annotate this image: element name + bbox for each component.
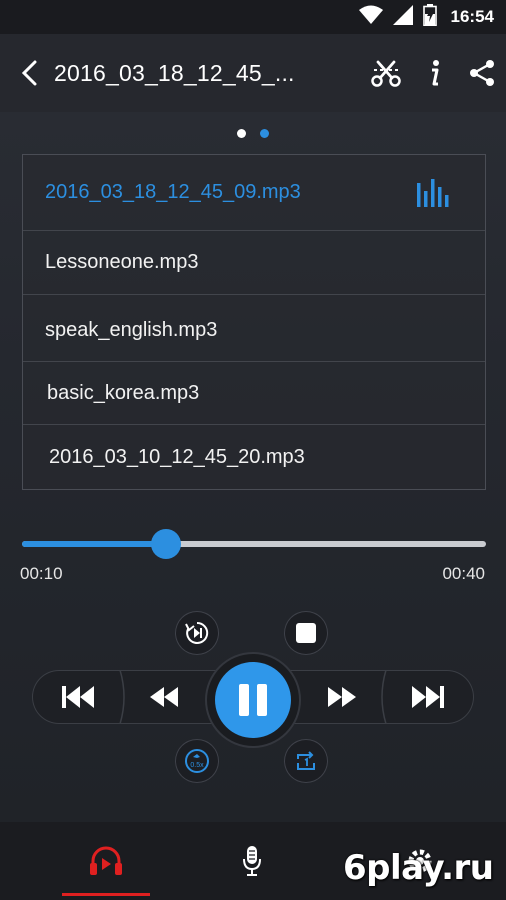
skip-next-icon (412, 686, 444, 708)
info-button[interactable] (410, 34, 458, 112)
rewind-button[interactable] (124, 670, 204, 724)
list-item[interactable]: basic_korea.mp3 (23, 362, 485, 425)
wifi-icon (358, 5, 383, 30)
pager-dots (0, 129, 506, 138)
signal-icon (392, 4, 413, 30)
app-bar: 2016_03_18_12_45_... (0, 34, 506, 112)
speed-icon: 0.5x (185, 749, 209, 773)
previous-track-button[interactable] (32, 670, 124, 724)
nav-player[interactable] (22, 822, 190, 900)
next-track-button[interactable] (382, 670, 474, 724)
seek-progress (22, 541, 166, 547)
rewind-icon (150, 687, 178, 707)
repeat-one-button[interactable] (284, 739, 328, 783)
trim-button[interactable] (362, 34, 410, 112)
pause-icon (239, 684, 267, 716)
list-item[interactable]: speak_english.mp3 (23, 295, 485, 362)
fast-forward-button[interactable] (302, 670, 382, 724)
stop-button[interactable] (284, 611, 328, 655)
list-item[interactable]: 2016_03_10_12_45_20.mp3 (23, 425, 485, 489)
file-name: 2016_03_18_12_45_09.mp3 (45, 181, 301, 203)
replay-skip-button[interactable] (175, 611, 219, 655)
file-name: speak_english.mp3 (45, 318, 218, 341)
share-button[interactable] (458, 34, 506, 112)
replay-skip-icon (185, 621, 209, 644)
file-name: basic_korea.mp3 (47, 381, 200, 404)
file-name: 2016_03_10_12_45_20.mp3 (49, 445, 305, 468)
fast-forward-icon (328, 687, 356, 707)
back-button[interactable] (4, 34, 54, 112)
playlist: 2016_03_18_12_45_09.mp3 Lessoneone.mp3 s… (22, 154, 486, 490)
list-item[interactable]: 2016_03_18_12_45_09.mp3 (23, 155, 485, 231)
pause-button[interactable] (215, 662, 291, 738)
playback-speed-button[interactable]: 0.5x (175, 739, 219, 783)
active-tab-indicator (62, 893, 150, 896)
player-icon (90, 846, 122, 875)
info-icon (432, 60, 439, 86)
pager-dot-active[interactable] (260, 129, 269, 138)
file-name: Lessoneone.mp3 (45, 251, 199, 273)
speed-label: 0.5x (190, 762, 204, 769)
skip-previous-icon (62, 686, 94, 708)
seek-bar[interactable] (22, 529, 486, 559)
page-title: 2016_03_18_12_45_... (54, 59, 295, 86)
scissors-icon (371, 60, 401, 87)
status-time: 16:54 (450, 7, 494, 26)
status-bar: 16:54 (0, 0, 506, 34)
stop-icon (296, 623, 316, 643)
total-time: 00:40 (442, 564, 485, 583)
share-icon (470, 60, 494, 86)
equalizer-icon (417, 179, 449, 207)
watermark: 6play.ru (343, 848, 494, 888)
pager-dot[interactable] (237, 129, 246, 138)
list-item[interactable]: Lessoneone.mp3 (23, 231, 485, 295)
repeat-one-icon (297, 751, 315, 770)
battery-charging-icon (422, 3, 437, 31)
nav-recorder[interactable] (168, 822, 336, 900)
current-time: 00:10 (20, 564, 63, 583)
back-icon (21, 60, 37, 86)
seek-thumb[interactable] (150, 529, 181, 559)
microphone-icon (243, 846, 261, 876)
